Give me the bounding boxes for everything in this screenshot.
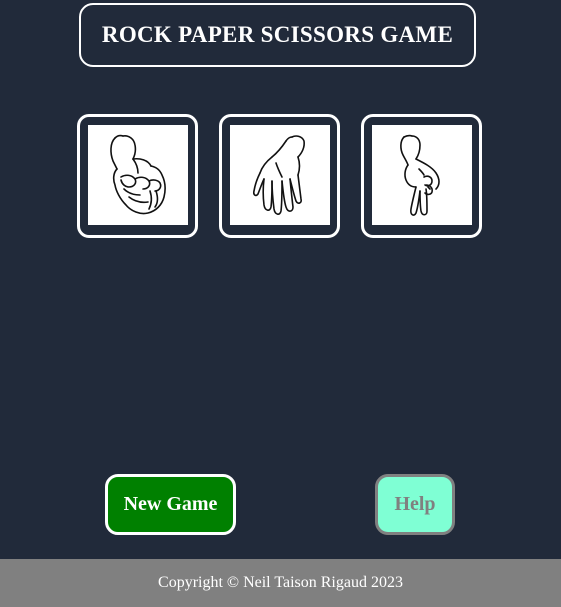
paper-open-hand-icon: [253, 135, 305, 215]
paper-image-frame: [230, 125, 330, 225]
rock-choice-button[interactable]: [77, 114, 198, 238]
new-game-button[interactable]: New Game: [105, 474, 236, 535]
rock-image-frame: [88, 125, 188, 225]
paper-choice-button[interactable]: [219, 114, 340, 238]
copyright-text: Copyright © Neil Taison Rigaud 2023: [158, 574, 403, 591]
page-title: ROCK PAPER SCISSORS GAME: [101, 22, 454, 47]
scissors-choice-button[interactable]: [361, 114, 482, 238]
title-banner: ROCK PAPER SCISSORS GAME: [79, 3, 476, 67]
scissors-image-frame: [372, 125, 472, 225]
help-button[interactable]: Help: [375, 474, 455, 535]
rock-fist-icon: [110, 134, 166, 215]
scissors-hand-icon: [400, 134, 440, 216]
footer: Copyright © Neil Taison Rigaud 2023: [0, 559, 561, 607]
